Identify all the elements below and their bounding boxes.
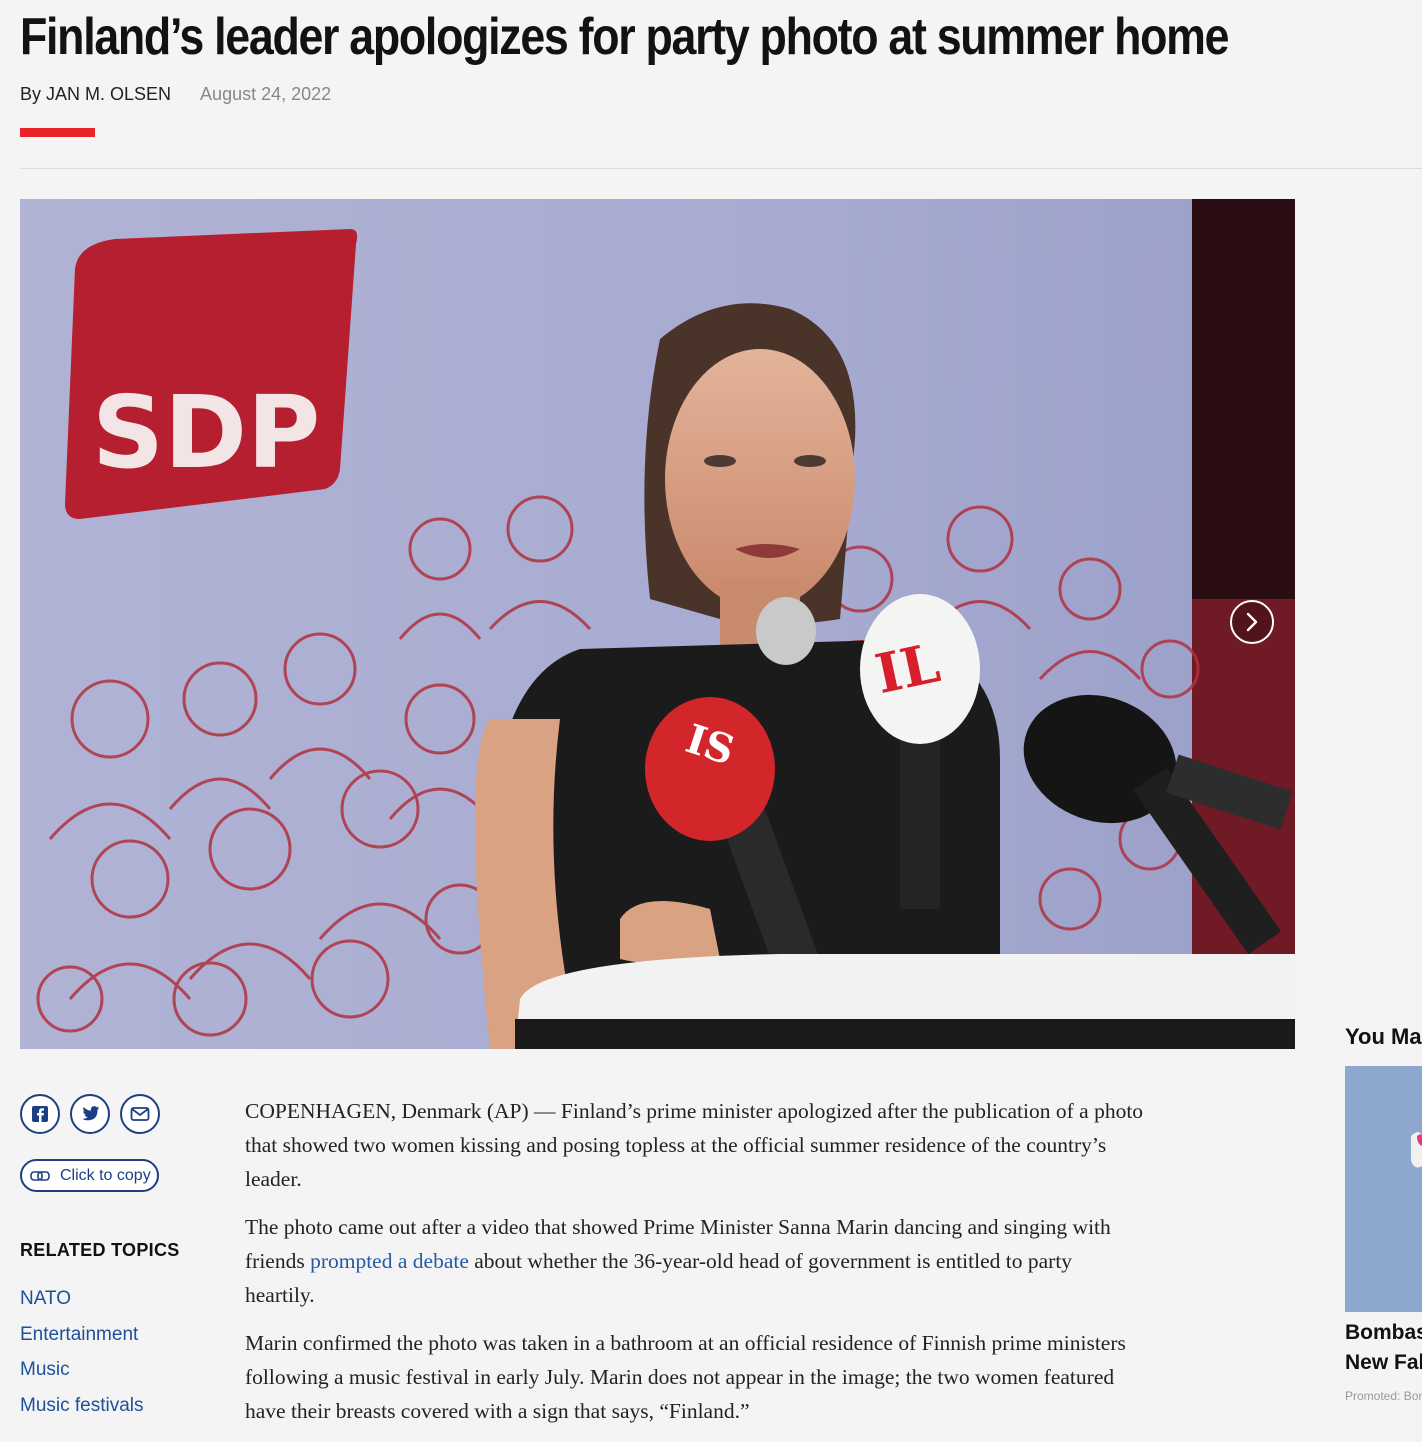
- author-name[interactable]: By JAN M. OLSEN: [20, 84, 171, 104]
- promo-headline-line: Bombas: [1345, 1321, 1422, 1344]
- promo-image[interactable]: [1345, 1066, 1422, 1312]
- promoted-label: Promoted: Bom: [1345, 1389, 1422, 1403]
- twitter-icon: [82, 1106, 100, 1121]
- facebook-share-button[interactable]: [20, 1094, 60, 1134]
- facebook-icon: [32, 1106, 48, 1122]
- chevron-right-icon: [1246, 612, 1258, 632]
- twitter-share-button[interactable]: [70, 1094, 110, 1134]
- inline-link[interactable]: prompted a debate: [310, 1249, 469, 1273]
- email-icon: [130, 1107, 150, 1121]
- share-tools: [20, 1094, 160, 1134]
- sdp-logo-text: SDP: [92, 374, 320, 491]
- article-body: COPENHAGEN, Denmark (AP) — Finland’s pri…: [245, 1094, 1145, 1442]
- related-topics-title: RELATED TOPICS: [20, 1240, 180, 1260]
- accent-rule: [20, 128, 95, 137]
- topic-link[interactable]: NATO: [20, 1288, 144, 1324]
- you-may-like-title: You May: [1345, 1024, 1422, 1049]
- promo-headline[interactable]: Bombas New Fall: [1345, 1318, 1422, 1378]
- topic-link[interactable]: Music festivals: [20, 1395, 144, 1431]
- article-paragraph: Marin confirmed the photo was taken in a…: [245, 1331, 1126, 1423]
- email-share-button[interactable]: [120, 1094, 160, 1134]
- article-headline: Finland’s leader apologizes for party ph…: [20, 8, 1229, 66]
- photo-illustration: SDP IL IS: [20, 199, 1295, 1049]
- publish-date: August 24, 2022: [200, 84, 332, 104]
- topic-link[interactable]: Music: [20, 1359, 144, 1395]
- link-icon: [30, 1170, 50, 1181]
- article-paragraph: The photo came out after a video that sh…: [245, 1210, 1145, 1312]
- topic-link[interactable]: Entertainment: [20, 1324, 144, 1360]
- byline: By JAN M. OLSEN August 24, 2022: [20, 84, 331, 105]
- gallery-next-button[interactable]: [1230, 600, 1274, 644]
- copy-link-button[interactable]: Click to copy: [20, 1159, 159, 1192]
- article-paragraph: COPENHAGEN, Denmark (AP) — Finland’s pri…: [245, 1099, 1144, 1191]
- hero-photo[interactable]: SDP IL IS: [20, 199, 1295, 1049]
- promo-headline-line: New Fall: [1345, 1351, 1422, 1374]
- copy-link-label: Click to copy: [60, 1166, 151, 1184]
- related-topics-list: NATO Entertainment Music Music festivals: [20, 1288, 144, 1430]
- promo-illustration: [1345, 1066, 1422, 1312]
- divider: [20, 168, 1422, 169]
- mic-label-il: IL: [870, 630, 945, 706]
